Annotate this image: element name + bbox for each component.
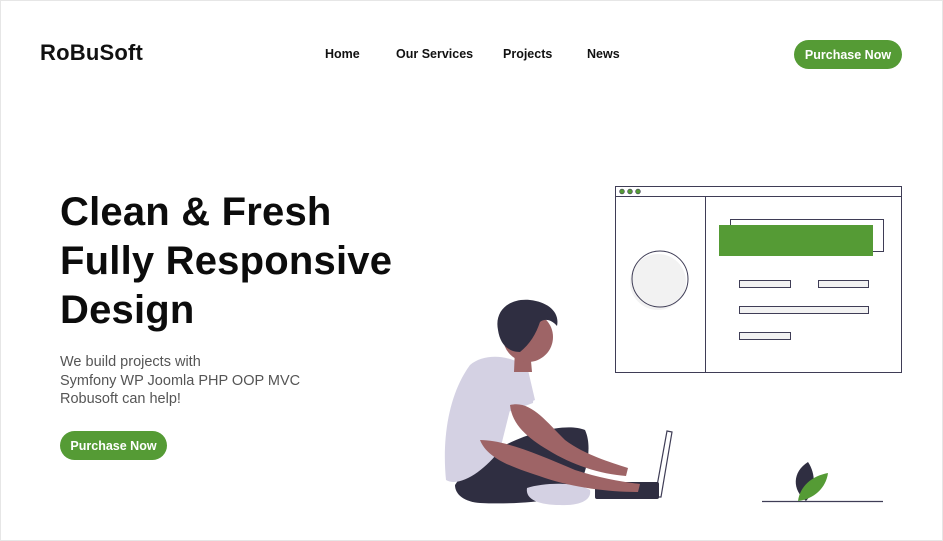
nav-item-our-services[interactable]: Our Services [396, 47, 473, 61]
hero-title: Clean & Fresh Fully Responsive Design [60, 188, 392, 335]
nav-item-home[interactable]: Home [325, 47, 360, 61]
nav-item-projects[interactable]: Projects [503, 47, 552, 61]
header-purchase-button[interactable]: Purchase Now [794, 40, 902, 69]
brand-logo[interactable]: RoBuSoft [40, 40, 143, 66]
hero-purchase-button[interactable]: Purchase Now [60, 431, 167, 460]
hero-subtitle: We build projects with Symfony WP Joomla… [60, 353, 300, 409]
nav-item-news[interactable]: News [587, 47, 620, 61]
hero-title-line: Clean & Fresh [60, 190, 332, 234]
hero-subtitle-line: Robusoft can help! [60, 391, 181, 407]
hero-title-line: Fully Responsive [60, 239, 393, 283]
hero-title-line: Design [60, 288, 195, 332]
hero-subtitle-line: We build projects with [60, 354, 201, 370]
hero-subtitle-line: Symfony WP Joomla PHP OOP MVC [60, 372, 301, 389]
